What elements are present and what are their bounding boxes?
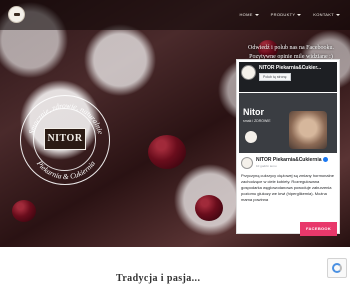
top-navigation-bar: HOME PRODUKTY KONTAKT <box>0 0 350 30</box>
nav-item-kontakt[interactable]: KONTAKT <box>313 12 340 17</box>
recaptcha-badge[interactable] <box>327 258 347 278</box>
nav-item-label: KONTAKT <box>313 12 334 17</box>
fb-cover-subtitle: smak i ZDROWIE <box>243 119 271 123</box>
logo-ring-bottom-text: Piekarnia & Cukiernia <box>34 158 97 181</box>
nav-item-label: PRODUKTY <box>270 12 296 17</box>
fb-post-author-wrap[interactable]: NITOR Piekarnia&Cukiernia <box>256 157 328 163</box>
fb-post-avatar[interactable] <box>241 157 253 169</box>
chevron-down-icon <box>297 13 302 16</box>
svg-text:Piekarnia & Cukiernia: Piekarnia & Cukiernia <box>34 158 97 181</box>
fb-page-name[interactable]: NITOR Piekarnia&Cukier... <box>259 65 321 71</box>
nav-item-produkty[interactable]: PRODUKTY <box>271 12 302 17</box>
facebook-button[interactable]: FACEBOOK <box>300 222 337 236</box>
fb-cover-logo <box>245 131 257 143</box>
section-title: Tradycja i pasja... <box>116 273 201 284</box>
fb-cover-title: Nitor <box>243 107 264 117</box>
cherry-decoration <box>195 195 223 221</box>
fb-like-page-button[interactable]: Polub tą stronę <box>259 73 291 81</box>
facebook-invite-line-1: Odwiedź i polub nas na Facebooku. <box>248 45 334 51</box>
fb-cover-photo <box>289 111 327 149</box>
fb-post-text: Przyczyną cukrzycy ciężowej są zmiany ho… <box>241 173 334 202</box>
fb-post-time[interactable]: 10 godzin temu <box>256 164 277 168</box>
nav-item-home[interactable]: HOME <box>239 12 259 17</box>
chevron-down-icon <box>336 13 340 16</box>
fb-widget-header[interactable]: NITOR Piekarnia&Cukier... Polub tą stron… <box>239 62 337 92</box>
fb-page-avatar[interactable] <box>241 65 256 80</box>
hero-background: Smacznie, zdrowie, naturalnie Piekarnia … <box>0 0 350 247</box>
logo-center-text: NITOR <box>44 128 86 150</box>
cherry-decoration <box>12 200 36 222</box>
facebook-page-widget[interactable]: NITOR Piekarnia&Cukier... Polub tą stron… <box>236 59 340 234</box>
nav-item-label: HOME <box>239 12 253 17</box>
site-logo[interactable] <box>8 6 25 23</box>
main-nav: HOME PRODUKTY KONTAKT <box>239 12 340 17</box>
chevron-down-icon <box>254 13 259 16</box>
content-section: Tradycja i pasja... <box>0 247 350 284</box>
fb-post-author[interactable]: NITOR Piekarnia&Cukiernia <box>256 157 322 163</box>
nitor-logo-badge: Smacznie, zdrowie, naturalnie Piekarnia … <box>20 95 110 185</box>
verified-icon <box>322 157 328 163</box>
cherry-decoration <box>148 135 186 169</box>
fb-cover-image[interactable]: Nitor smak i ZDROWIE <box>239 93 337 153</box>
